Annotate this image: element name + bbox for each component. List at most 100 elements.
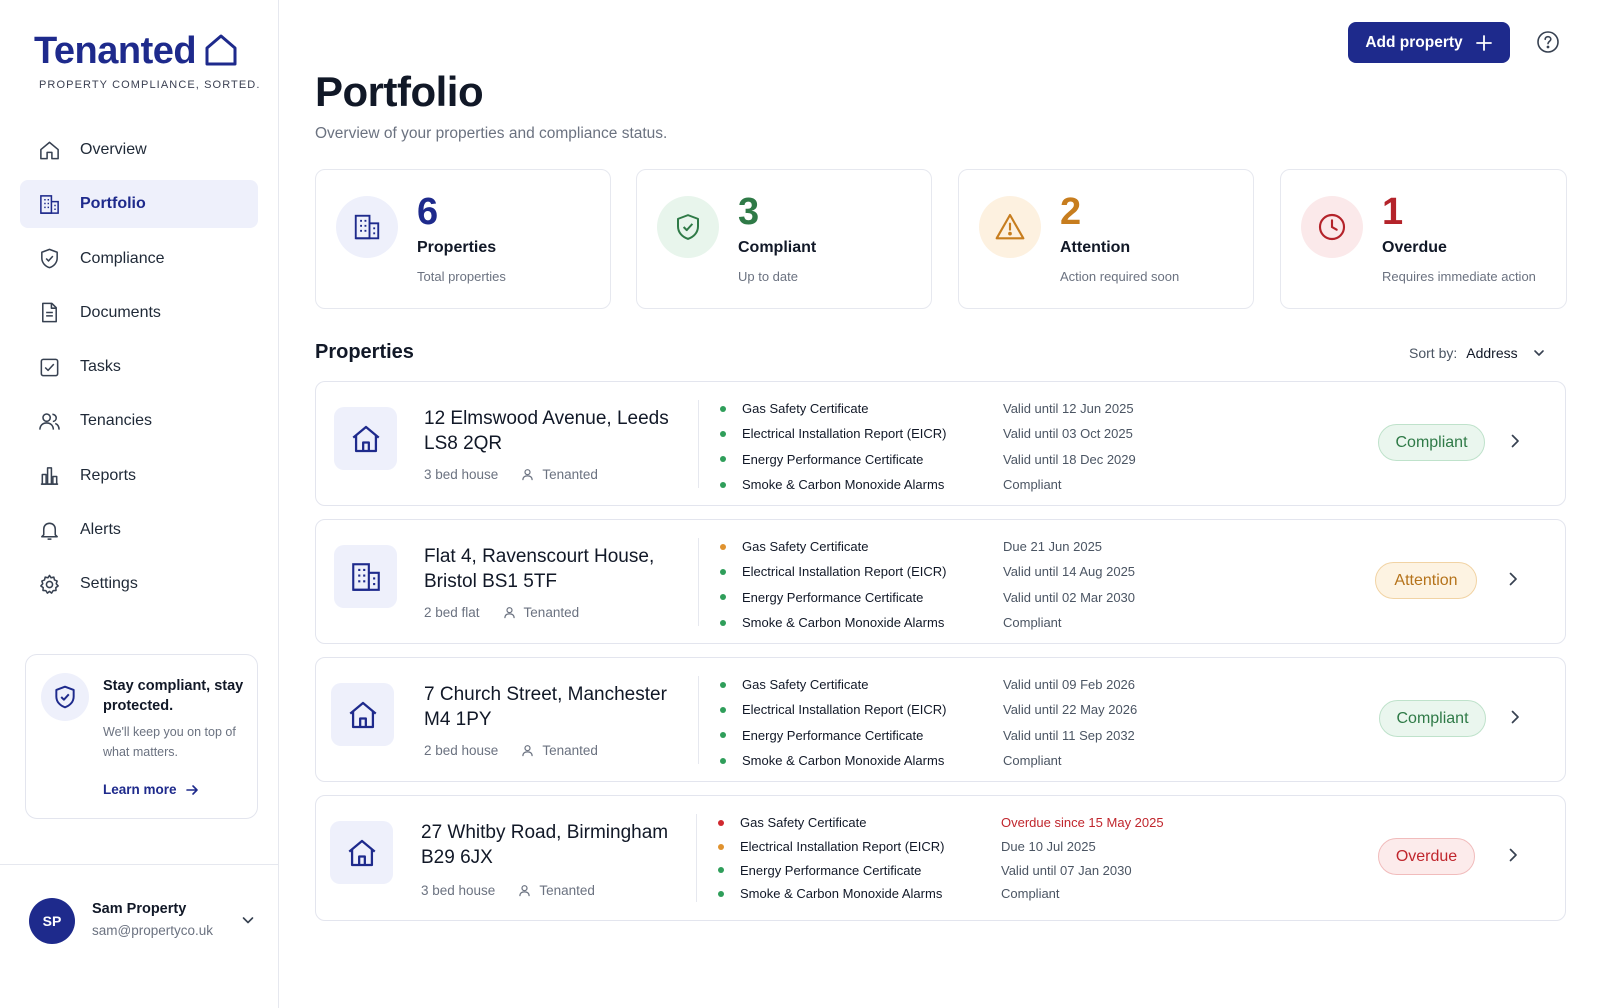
avatar[interactable]: SP [29, 898, 75, 944]
brand-logo[interactable]: Tenanted PROPERTY COMPLIANCE, SORTED. [34, 30, 261, 91]
certificate-name: Electrical Installation Report (EICR) [742, 702, 947, 718]
certificate-status: Valid until 18 Dec 2029 [1003, 451, 1136, 467]
properties-heading: Properties [315, 341, 414, 363]
sidebar-item-label: Documents [80, 303, 161, 321]
status-dot [720, 757, 726, 764]
certificate-list: Gas Safety Certificate Valid until 09 Feb… [720, 672, 1190, 773]
certificate-item: Electrical Installation Report (EICR) Val… [720, 559, 1190, 584]
help-icon[interactable] [1536, 30, 1560, 54]
sort-value: Address [1466, 345, 1518, 361]
certificate-status: Due 10 Jul 2025 [1001, 839, 1096, 855]
property-type: 3 bed house [421, 883, 496, 898]
divider [696, 814, 697, 902]
gear-icon [40, 574, 59, 594]
property-row[interactable]: Flat 4, Ravenscourt House, Bristol BS1 5… [315, 519, 1566, 644]
add-property-button[interactable]: Add property [1348, 22, 1510, 63]
certificate-item: Electrical Installation Report (EICR) Val… [720, 697, 1190, 722]
sidebar-item-portfolio[interactable]: Portfolio [20, 180, 258, 229]
certificate-item: Energy Performance Certificate Valid unti… [720, 585, 1190, 610]
certificate-name: Electrical Installation Report (EICR) [740, 839, 945, 855]
certificate-name: Gas Safety Certificate [740, 815, 867, 831]
certificate-list: Gas Safety Certificate Due 21 Jun 2025 El… [720, 534, 1190, 635]
sidebar-item-settings[interactable]: Settings [20, 560, 258, 608]
certificate-item: Gas Safety Certificate Valid until 09 Feb… [720, 672, 1190, 697]
sidebar-item-label: Tasks [80, 358, 121, 376]
house-icon [348, 839, 375, 866]
certificate-list: Gas Safety Certificate Valid until 12 Jun… [720, 396, 1190, 497]
property-meta: 3 bed house Tenanted [424, 467, 598, 482]
tenancy-status: Tenanted [542, 467, 598, 482]
certificate-status: Due 21 Jun 2025 [1003, 539, 1103, 555]
chevron-right-icon[interactable] [1504, 570, 1522, 588]
users-icon [39, 413, 60, 430]
stat-icon-circle [979, 196, 1041, 258]
stat-label: Compliant [738, 239, 817, 256]
user-account: SP Sam Property sam@propertyco.uk [0, 864, 279, 1008]
certificate-status: Valid until 07 Jan 2030 [1001, 862, 1132, 878]
sidebar-item-label: Tenancies [80, 412, 153, 430]
certificate-status: Valid until 02 Mar 2030 [1003, 589, 1136, 605]
brand-tagline: PROPERTY COMPLIANCE, SORTED. [39, 79, 261, 91]
stat-icon-circle [657, 196, 719, 258]
certificate-item: Gas Safety Certificate Due 21 Jun 2025 [720, 534, 1190, 559]
status-badge: Compliant [1378, 424, 1485, 461]
property-type: 2 bed flat [424, 605, 480, 620]
tenancy-status: Tenanted [523, 605, 580, 620]
property-row[interactable]: 27 Whitby Road, Birmingham B29 6JX 3 bed… [315, 795, 1566, 921]
person-icon [503, 607, 515, 619]
sidebar-item-tenancies[interactable]: Tenancies [20, 397, 258, 445]
sidebar-item-reports[interactable]: Reports [20, 452, 258, 500]
sidebar-item-compliance[interactable]: Compliance [20, 235, 258, 283]
promo-body: We'll keep you on top of what matters. [103, 725, 236, 759]
stat-card-compliant[interactable]: 3 Compliant Up to date [636, 169, 932, 309]
certificate-status: Valid until 09 Feb 2026 [1003, 677, 1136, 693]
certificate-name: Smoke & Carbon Monoxide Alarms [740, 886, 943, 902]
certificate-status: Compliant [1003, 753, 1062, 769]
chevron-right-icon[interactable] [1506, 432, 1524, 450]
stat-label: Overdue [1382, 239, 1447, 256]
property-row[interactable]: 12 Elmswood Avenue, Leeds LS8 2QR 3 bed … [315, 381, 1566, 506]
certificate-status: Valid until 22 May 2026 [1003, 702, 1138, 718]
status-badge: Compliant [1379, 700, 1486, 737]
person-icon [519, 885, 531, 897]
stat-label: Attention [1060, 239, 1131, 256]
certificate-item: Electrical Installation Report (EICR) Due… [718, 835, 1188, 859]
certificate-name: Energy Performance Certificate [740, 862, 922, 878]
stat-card-attention[interactable]: 2 Attention Action required soon [958, 169, 1254, 309]
person-icon [522, 469, 534, 481]
building-icon [351, 562, 380, 591]
certificate-item: Electrical Installation Report (EICR) Val… [720, 421, 1190, 446]
chevron-down-icon[interactable] [240, 912, 256, 928]
certificate-name: Gas Safety Certificate [742, 677, 869, 693]
property-row[interactable]: 7 Church Street, Manchester M4 1PY 2 bed… [315, 657, 1566, 782]
property-type: 2 bed house [424, 743, 499, 758]
chevron-down-icon [1533, 350, 1544, 356]
property-type: 3 bed house [424, 467, 499, 482]
sidebar-item-overview[interactable]: Overview [20, 126, 258, 174]
chevron-right-icon[interactable] [1504, 846, 1522, 864]
status-dot [718, 867, 724, 874]
learn-more-link[interactable]: Learn more [103, 782, 199, 797]
sidebar-item-alerts[interactable]: Alerts [20, 506, 258, 554]
stat-label: Properties [417, 239, 497, 256]
certificate-status: Valid until 03 Oct 2025 [1003, 426, 1133, 442]
certificate-name: Smoke & Carbon Monoxide Alarms [742, 477, 945, 493]
property-address: 7 Church Street, Manchester M4 1PY [424, 684, 667, 730]
status-dot [720, 456, 726, 463]
arrow-right-icon [185, 784, 198, 795]
sidebar-item-documents[interactable]: Documents [20, 289, 258, 337]
tenancy-status: Tenanted [539, 883, 595, 898]
certificate-item: Smoke & Carbon Monoxide Alarms Compliant [718, 882, 1188, 906]
bar-chart-icon [40, 467, 59, 486]
chevron-right-icon[interactable] [1506, 708, 1524, 726]
certificate-item: Smoke & Carbon Monoxide Alarms Compliant [720, 610, 1190, 635]
sort-dropdown[interactable]: Sort by: Address [1409, 345, 1546, 361]
certificate-name: Smoke & Carbon Monoxide Alarms [742, 753, 945, 769]
stat-card-properties[interactable]: 6 Properties Total properties [315, 169, 611, 309]
certificate-name: Gas Safety Certificate [742, 401, 869, 417]
sidebar-item-tasks[interactable]: Tasks [20, 343, 258, 391]
status-dot [718, 843, 724, 850]
property-icon-tile [334, 545, 397, 608]
stat-card-overdue[interactable]: 1 Overdue Requires immediate action [1280, 169, 1567, 309]
certificate-status: Overdue since 15 May 2025 [1001, 815, 1164, 831]
